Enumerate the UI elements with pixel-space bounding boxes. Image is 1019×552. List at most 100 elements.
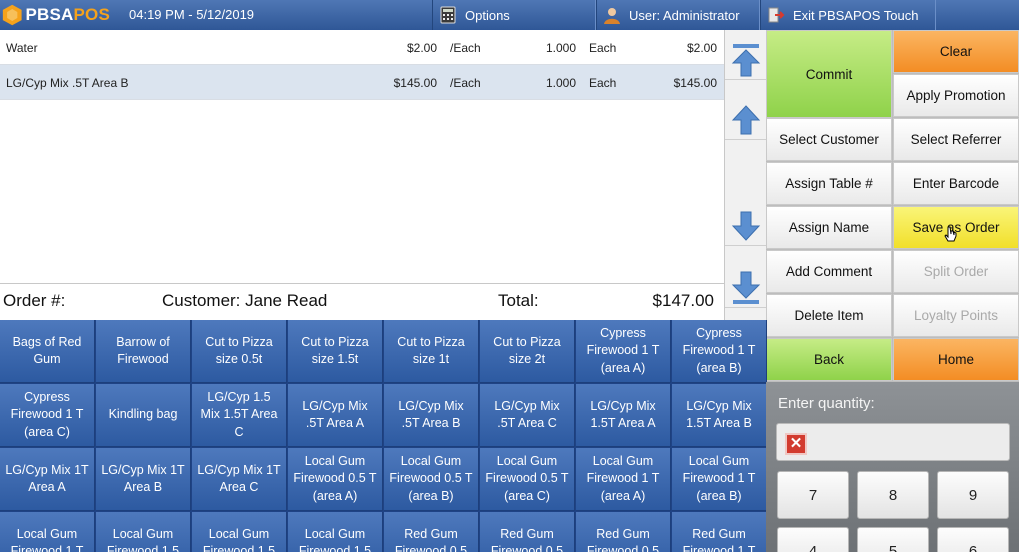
total-value: $147.00 [652, 291, 714, 310]
product-button[interactable]: Local Gum Firewood 1 T [0, 512, 95, 552]
product-button[interactable]: Local Gum Firewood 1.5 [96, 512, 191, 552]
keypad-key[interactable]: 5 [857, 527, 929, 552]
quantity-panel: Enter quantity: ✕ 789 456 [766, 382, 1019, 552]
customer-label: Customer: Jane Read [162, 291, 328, 310]
product-button[interactable]: Cut to Pizza size 0.5t [192, 320, 287, 383]
clear-button[interactable]: Clear [893, 30, 1019, 73]
item-quantity: 1.000 [545, 76, 576, 90]
product-button[interactable]: LG/Cyp Mix 1.5T Area B [672, 384, 767, 447]
product-button[interactable]: LG/Cyp Mix 1T Area B [96, 448, 191, 511]
keypad-key[interactable]: 9 [937, 471, 1009, 519]
order-item-list: Water $2.00 /Each 1.000 Each $2.00 LG/Cy… [0, 30, 724, 283]
calculator-icon [440, 6, 456, 24]
product-button[interactable]: Local Gum Firewood 0.5 T (area B) [384, 448, 479, 511]
scroll-bottom-button[interactable] [725, 268, 767, 308]
exit-label: Exit PBSAPOS Touch [793, 7, 919, 23]
logo-prefix: PBSA [25, 5, 74, 24]
order-row[interactable]: Water $2.00 /Each 1.000 Each $2.00 [0, 30, 724, 65]
logo-suffix: POS [73, 5, 110, 24]
product-button[interactable]: Local Gum Firewood 1.5 [192, 512, 287, 552]
item-price-unit: /Each [450, 76, 481, 90]
keypad-key[interactable]: 7 [777, 471, 849, 519]
user-icon [604, 8, 620, 24]
exit-button[interactable]: Exit PBSAPOS Touch [760, 0, 936, 30]
product-grid: Bags of Red Gum Barrow of Firewood Cut to … [0, 320, 767, 552]
item-quantity: 1.000 [545, 41, 576, 55]
scroll-up-button[interactable] [725, 100, 767, 140]
scroll-top-button[interactable] [725, 40, 767, 80]
product-button[interactable]: Red Gum Firewood 0.5 [576, 512, 671, 552]
product-button[interactable]: Local Gum Firewood 1.5 [288, 512, 383, 552]
split-order-button[interactable]: Split Order [893, 250, 1019, 293]
mouse-cursor-icon [944, 226, 957, 242]
product-button[interactable]: LG/Cyp Mix 1T Area C [192, 448, 287, 511]
down-arrow-icon [731, 211, 761, 241]
quantity-input[interactable]: ✕ [776, 423, 1010, 461]
product-button[interactable]: Red Gum Firewood 0.5 [480, 512, 575, 552]
product-button[interactable]: Kindling bag [96, 384, 191, 447]
double-up-arrow-icon [731, 43, 761, 76]
app-logo: PBSAPOS [2, 2, 110, 28]
product-button[interactable]: Red Gum Firewood 0.5 [384, 512, 479, 552]
product-button[interactable]: Cypress Firewood 1 T (area C) [0, 384, 95, 447]
keypad-key[interactable]: 4 [777, 527, 849, 552]
product-button[interactable]: Cypress Firewood 1 T (area B) [672, 320, 767, 383]
options-label: Options [465, 7, 510, 23]
datetime-display: 04:19 PM - 5/12/2019 [129, 7, 255, 22]
product-button[interactable]: Cypress Firewood 1 T (area A) [576, 320, 671, 383]
item-name: LG/Cyp Mix .5T Area B [6, 76, 129, 90]
product-button[interactable]: Barrow of Firewood [96, 320, 191, 383]
order-row-selected[interactable]: LG/Cyp Mix .5T Area B $145.00 /Each 1.00… [0, 65, 724, 100]
item-name: Water [6, 41, 38, 55]
action-panel: Commit Clear Apply Promotion Select Cust… [766, 30, 1019, 382]
list-scroll-controls [724, 30, 767, 320]
product-button[interactable]: Local Gum Firewood 1 T (area B) [672, 448, 767, 511]
assign-table-button[interactable]: Assign Table # [766, 162, 892, 205]
item-uom: Each [589, 41, 617, 55]
options-button[interactable]: Options [432, 0, 596, 30]
logo-text: PBSAPOS [25, 5, 110, 25]
item-price: $2.00 [406, 41, 437, 55]
loyalty-points-button[interactable]: Loyalty Points [893, 294, 1019, 337]
quantity-label: Enter quantity: [778, 395, 875, 412]
add-comment-button[interactable]: Add Comment [766, 250, 892, 293]
user-button[interactable]: User: Administrator [596, 0, 760, 30]
enter-barcode-button[interactable]: Enter Barcode [893, 162, 1019, 205]
product-button[interactable]: Local Gum Firewood 0.5 T (area C) [480, 448, 575, 511]
product-button[interactable]: LG/Cyp Mix .5T Area A [288, 384, 383, 447]
back-button[interactable]: Back [766, 338, 892, 381]
home-button[interactable]: Home [893, 338, 1019, 381]
delete-item-button[interactable]: Delete Item [766, 294, 892, 337]
product-button[interactable]: Local Gum Firewood 1 T (area A) [576, 448, 671, 511]
select-referrer-button[interactable]: Select Referrer [893, 118, 1019, 161]
product-button[interactable]: Bags of Red Gum [0, 320, 95, 383]
apply-promotion-button[interactable]: Apply Promotion [893, 74, 1019, 117]
item-price-unit: /Each [450, 41, 481, 55]
exit-door-icon [768, 7, 785, 23]
double-down-arrow-icon [731, 271, 761, 304]
item-uom: Each [589, 76, 617, 90]
item-total: $145.00 [673, 76, 717, 90]
product-button[interactable]: Red Gum Firewood 1 T [672, 512, 767, 552]
select-customer-button[interactable]: Select Customer [766, 118, 892, 161]
item-price: $145.00 [393, 76, 437, 90]
commit-button[interactable]: Commit [766, 30, 892, 118]
keypad-key[interactable]: 6 [937, 527, 1009, 552]
product-button[interactable]: LG/Cyp Mix .5T Area B [384, 384, 479, 447]
assign-name-button[interactable]: Assign Name [766, 206, 892, 249]
product-button[interactable]: LG/Cyp 1.5 Mix 1.5T Area C [192, 384, 287, 447]
clear-quantity-icon[interactable]: ✕ [785, 433, 807, 455]
logo-hexagon-icon [2, 4, 22, 26]
scroll-down-button[interactable] [725, 206, 767, 246]
product-button[interactable]: Cut to Pizza size 1t [384, 320, 479, 383]
item-total: $2.00 [686, 41, 717, 55]
keypad-key[interactable]: 8 [857, 471, 929, 519]
product-button[interactable]: LG/Cyp Mix .5T Area C [480, 384, 575, 447]
product-button[interactable]: Cut to Pizza size 2t [480, 320, 575, 383]
product-button[interactable]: LG/Cyp Mix 1T Area A [0, 448, 95, 511]
order-number-label: Order #: [3, 291, 66, 310]
total-label: Total: [498, 291, 539, 310]
product-button[interactable]: Cut to Pizza size 1.5t [288, 320, 383, 383]
product-button[interactable]: LG/Cyp Mix 1.5T Area A [576, 384, 671, 447]
product-button[interactable]: Local Gum Firewood 0.5 T (area A) [288, 448, 383, 511]
